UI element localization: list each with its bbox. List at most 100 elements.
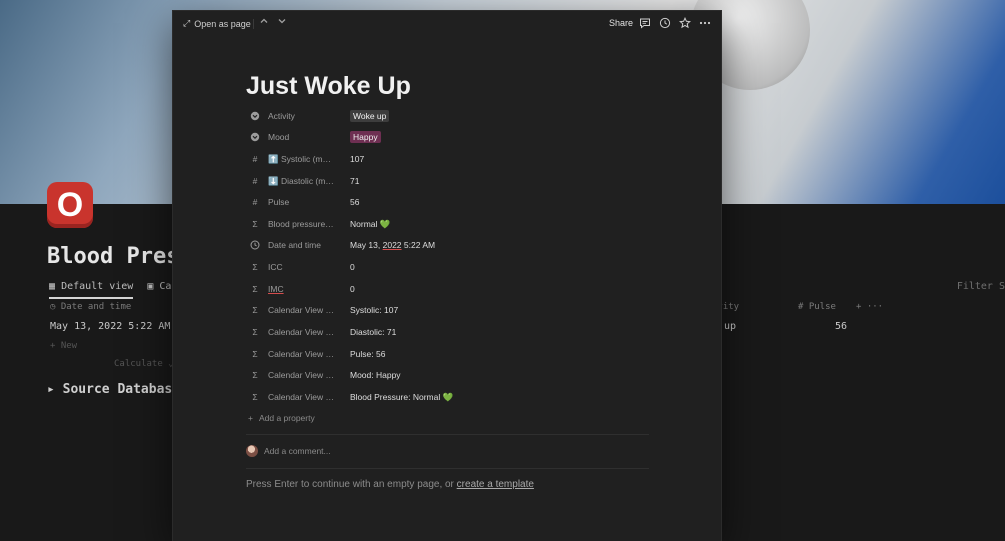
property-name: Calendar View Sy… <box>268 305 336 315</box>
modal-topbar: ⤢ Open as page Share <box>173 11 721 35</box>
activity-tag: Woke up <box>350 110 390 122</box>
expand-icon: ⤢ <box>183 18 191 28</box>
updates-clock-icon[interactable] <box>658 16 672 30</box>
select-icon <box>248 109 262 123</box>
more-options-icon[interactable] <box>698 16 712 30</box>
column-label: Pulse <box>808 302 836 312</box>
property-name: Date and time <box>268 240 321 250</box>
divider <box>246 468 649 469</box>
formula-icon: Σ <box>252 219 258 229</box>
property-value[interactable]: Systolic: 107 <box>350 305 398 315</box>
table-cell-activity[interactable]: up <box>724 321 736 332</box>
formula-icon: Σ <box>252 327 258 337</box>
property-row-blood-pressure[interactable]: Σ Blood pressure c… Normal 💚 <box>246 214 650 234</box>
page-icon-letter: O <box>56 185 84 224</box>
date-part: May 13, <box>350 240 383 250</box>
property-value[interactable]: Woke up <box>350 110 390 122</box>
property-name: Calendar View Di… <box>268 327 336 337</box>
property-row-activity[interactable]: Activity Woke up <box>246 106 650 126</box>
property-name: ICC <box>268 262 283 272</box>
divider <box>246 434 649 435</box>
property-value[interactable]: Normal 💚 <box>350 219 390 230</box>
formula-icon: Σ <box>252 284 258 294</box>
property-row-systolic[interactable]: # ⬆️ Systolic (mm … 107 <box>246 149 650 169</box>
empty-page-text: Press Enter to continue with an empty pa… <box>246 479 457 490</box>
property-row-imc[interactable]: Σ IMC 0 <box>246 279 650 299</box>
column-header-pulse[interactable]: # Pulse <box>798 302 836 312</box>
formula-icon: Σ <box>252 370 258 380</box>
share-button[interactable]: Share <box>609 18 633 28</box>
property-name: ⬇️ Diastolic (mm … <box>268 175 336 186</box>
property-name: Activity <box>268 111 295 121</box>
avatar <box>246 445 258 457</box>
column-label: Date and time <box>60 302 132 312</box>
page-icon[interactable]: O <box>47 182 93 228</box>
property-value[interactable]: Diastolic: 71 <box>350 327 396 337</box>
formula-icon: Σ <box>252 392 258 402</box>
property-row-calendar-pulse[interactable]: Σ Calendar View P… Pulse: 56 <box>246 344 650 364</box>
chevron-down-icon[interactable] <box>277 16 287 26</box>
add-column-icon[interactable]: + ··· <box>856 302 883 312</box>
add-property-label: Add a property <box>258 413 315 423</box>
empty-page-prompt: Press Enter to continue with an empty pa… <box>246 479 534 490</box>
formula-icon: Σ <box>252 349 258 359</box>
property-row-icc[interactable]: Σ ICC 0 <box>246 257 650 277</box>
create-template-link[interactable]: create a template <box>457 479 534 490</box>
property-row-date-and-time[interactable]: Date and time May 13, 2022 5:22 AM <box>246 235 650 255</box>
mood-tag: Happy <box>350 131 381 143</box>
formula-icon: Σ <box>252 262 258 272</box>
number-icon: # <box>252 176 258 186</box>
property-value[interactable]: 0 <box>350 284 355 294</box>
record-title[interactable]: Just Woke Up <box>246 72 411 101</box>
add-comment-placeholder: Add a comment... <box>264 446 331 456</box>
new-row-button[interactable]: + New <box>50 341 77 351</box>
property-row-calendar-diastolic[interactable]: Σ Calendar View Di… Diastolic: 71 <box>246 322 650 342</box>
table-icon: ▦ <box>49 281 56 292</box>
calendar-icon: ▣ <box>147 281 154 292</box>
table-cell-date[interactable]: May 13, 2022 5:22 AM <box>50 321 170 332</box>
number-icon: # <box>252 154 258 164</box>
clock-icon <box>248 238 262 252</box>
tab-label: Default view <box>61 281 134 292</box>
year-part: 2022 <box>382 240 402 250</box>
property-name: IMC <box>268 284 284 294</box>
tab-default-view[interactable]: ▦ Default view <box>49 281 134 299</box>
property-name: Pulse <box>268 197 290 207</box>
property-name: Calendar View P… <box>268 349 336 359</box>
property-value[interactable]: Mood: Happy <box>350 370 401 380</box>
filter-button[interactable]: Filter S <box>957 281 1005 292</box>
favorite-star-icon[interactable] <box>678 16 692 30</box>
open-as-page-button[interactable]: ⤢ Open as page <box>183 18 251 29</box>
property-value[interactable]: 71 <box>350 176 359 186</box>
add-property-button[interactable]: + Add a property <box>248 413 315 423</box>
property-row-pulse[interactable]: # Pulse 56 <box>246 192 650 212</box>
property-row-mood[interactable]: Mood Happy <box>246 127 650 147</box>
property-name: Calendar View Bl… <box>268 392 336 402</box>
property-row-calendar-blood-pressure[interactable]: Σ Calendar View Bl… Blood Pressure: Norm… <box>246 387 650 407</box>
property-value[interactable]: Pulse: 56 <box>350 349 385 359</box>
property-value[interactable]: Happy <box>350 131 381 143</box>
formula-icon: Σ <box>252 305 258 315</box>
comment-icon[interactable] <box>638 16 652 30</box>
property-value[interactable]: 0 <box>350 262 355 272</box>
page-peek-modal: ⤢ Open as page Share Just Woke Up Activi… <box>173 11 721 541</box>
property-value[interactable]: 56 <box>350 197 359 207</box>
column-header-date[interactable]: ◷ Date and time <box>50 302 131 312</box>
property-name: ⬆️ Systolic (mm … <box>268 153 336 164</box>
property-name: Mood <box>268 132 290 142</box>
chevron-up-icon[interactable] <box>259 16 269 26</box>
property-name: Blood pressure c… <box>268 219 336 229</box>
calculate-button[interactable]: Calculate ⌄ <box>114 359 174 369</box>
number-icon: # <box>252 197 258 207</box>
property-row-diastolic[interactable]: # ⬇️ Diastolic (mm … 71 <box>246 171 650 191</box>
table-cell-pulse[interactable]: 56 <box>835 321 847 332</box>
property-name: Calendar View M… <box>268 370 336 380</box>
plus-icon: + <box>248 413 253 423</box>
property-row-calendar-systolic[interactable]: Σ Calendar View Sy… Systolic: 107 <box>246 300 650 320</box>
property-row-calendar-mood[interactable]: Σ Calendar View M… Mood: Happy <box>246 365 650 385</box>
select-icon <box>248 130 262 144</box>
property-value[interactable]: 107 <box>350 154 364 164</box>
property-value[interactable]: May 13, 2022 5:22 AM <box>350 240 435 250</box>
property-value[interactable]: Blood Pressure: Normal 💚 <box>350 392 453 403</box>
add-comment-input[interactable]: Add a comment... <box>246 445 331 457</box>
